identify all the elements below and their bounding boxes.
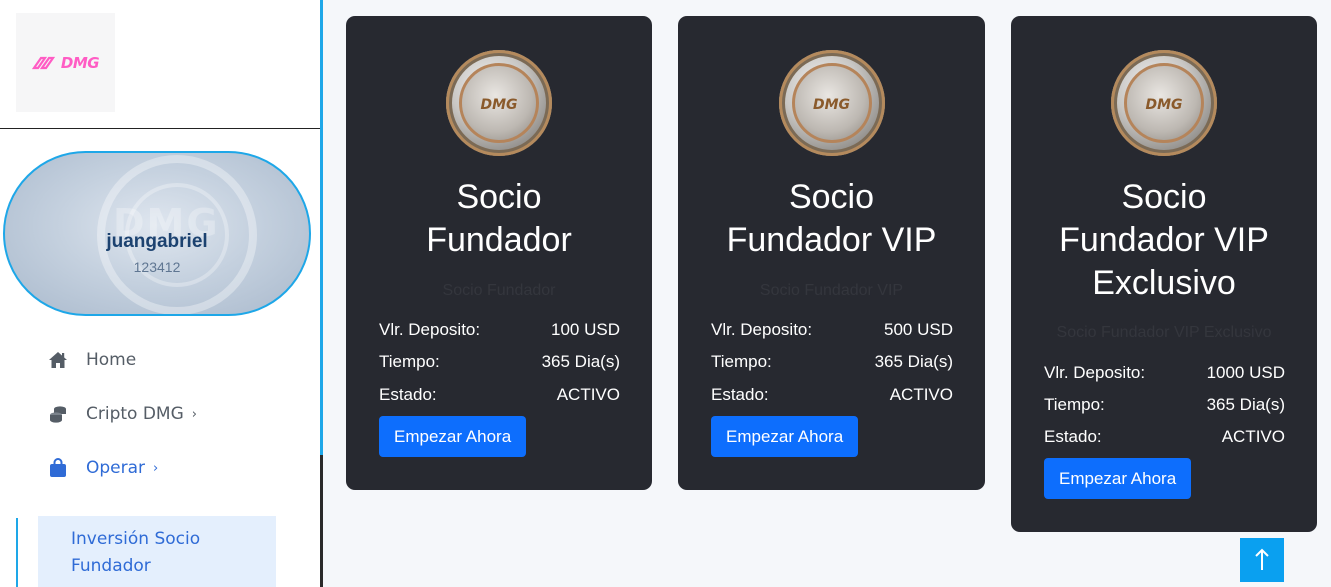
status-row: Estado: ACTIVO [711, 385, 953, 405]
home-icon [48, 350, 68, 370]
coin-ring: DMG [791, 63, 872, 143]
sidebar: DMG DMG juangabriel 123412 Home Cripto D… [0, 0, 320, 587]
time-row: Tiempo: 365 Dia(s) [1044, 395, 1285, 415]
status-value: ACTIVO [1221, 427, 1285, 446]
time-value: 365 Dia(s) [541, 352, 620, 371]
deposit-label: Vlr. Deposito: [379, 320, 481, 339]
time-value: 365 Dia(s) [1206, 395, 1285, 414]
dmg-coin-icon: DMG [778, 50, 885, 156]
user-profile-card[interactable]: DMG juangabriel 123412 [3, 151, 311, 316]
time-row: Tiempo: 365 Dia(s) [711, 352, 953, 372]
submenu-item-inversion-socio-fundador[interactable]: Inversión Socio Fundador [38, 516, 276, 587]
time-label: Tiempo: [379, 352, 440, 371]
sidebar-item-cripto-dmg[interactable]: Cripto DMG › [48, 400, 197, 428]
deposit-row: Vlr. Deposito: 500 USD [711, 320, 953, 340]
deposit-value: 1000 USD [1206, 363, 1285, 382]
deposit-label: Vlr. Deposito: [711, 320, 813, 339]
sidebar-item-home[interactable]: Home [48, 346, 136, 374]
status-label: Estado: [711, 385, 769, 404]
sidebar-divider [0, 128, 320, 129]
plan-card-socio-fundador-vip: DMG Socio Fundador VIP Socio Fundador VI… [678, 16, 985, 490]
status-row: Estado: ACTIVO [1044, 427, 1285, 447]
deposit-label: Vlr. Deposito: [1044, 363, 1146, 382]
deposit-row: Vlr. Deposito: 100 USD [379, 320, 620, 340]
sidebar-border-dark [320, 455, 323, 587]
sidebar-border [320, 0, 323, 455]
status-value: ACTIVO [889, 385, 953, 404]
dmg-coin-icon: DMG [1111, 50, 1217, 156]
time-value: 365 Dia(s) [874, 352, 953, 371]
time-label: Tiempo: [711, 352, 772, 371]
sidebar-item-label: Home [86, 350, 137, 370]
profile-user-id: 123412 [133, 259, 181, 275]
profile-username: juangabriel [106, 231, 208, 252]
plan-subtitle: Socio Fundador VIP [759, 282, 904, 299]
coin-ring: DMG [459, 63, 539, 143]
sidebar-item-label: Cripto DMG [86, 404, 184, 424]
dmg-coin-icon: DMG [446, 50, 552, 156]
status-label: Estado: [1044, 427, 1102, 446]
plan-subtitle: Socio Fundador [442, 282, 556, 299]
deposit-value: 100 USD [551, 320, 620, 339]
plan-title: Socio Fundador VIP [726, 178, 937, 259]
chevron-right-icon: › [153, 460, 159, 476]
chevron-right-icon: › [191, 406, 197, 422]
arrow-up-icon [1255, 548, 1269, 570]
coins-icon [48, 404, 68, 424]
plan-title: Socio Fundador VIP Exclusivo [1059, 178, 1269, 302]
sidebar-item-operar[interactable]: Operar › [48, 454, 158, 482]
sidebar-item-label: Operar [86, 458, 146, 478]
shopping-bag-icon [48, 458, 68, 478]
deposit-value: 500 USD [884, 320, 953, 339]
coin-ring: DMG [1124, 63, 1204, 143]
status-value: ACTIVO [556, 385, 620, 404]
coin-label: DMG [480, 97, 518, 113]
plan-subtitle: Socio Fundador VIP Exclusivo [1056, 324, 1272, 341]
submenu-indicator [16, 518, 18, 587]
start-now-button[interactable]: Empezar Ahora [379, 416, 527, 457]
deposit-row: Vlr. Deposito: 1000 USD [1044, 363, 1285, 383]
scroll-to-top-button[interactable] [1240, 538, 1284, 582]
plan-title: Socio Fundador [426, 178, 572, 259]
logo-text: DMG [60, 53, 100, 72]
plan-card-socio-fundador: DMG Socio Fundador Socio Fundador Vlr. D… [346, 16, 652, 490]
start-now-button[interactable]: Empezar Ahora [1044, 458, 1192, 499]
coin-label: DMG [812, 97, 851, 113]
time-label: Tiempo: [1044, 395, 1105, 414]
start-now-button[interactable]: Empezar Ahora [711, 416, 859, 457]
status-label: Estado: [379, 385, 437, 404]
brand-logo[interactable]: DMG [16, 13, 115, 112]
plan-card-socio-fundador-vip-exclusivo: DMG Socio Fundador VIP Exclusivo Socio F… [1011, 16, 1317, 532]
time-row: Tiempo: 365 Dia(s) [379, 352, 620, 372]
coin-label: DMG [1145, 97, 1183, 113]
status-row: Estado: ACTIVO [379, 385, 620, 405]
dmg-logo-icon: DMG [31, 53, 100, 72]
